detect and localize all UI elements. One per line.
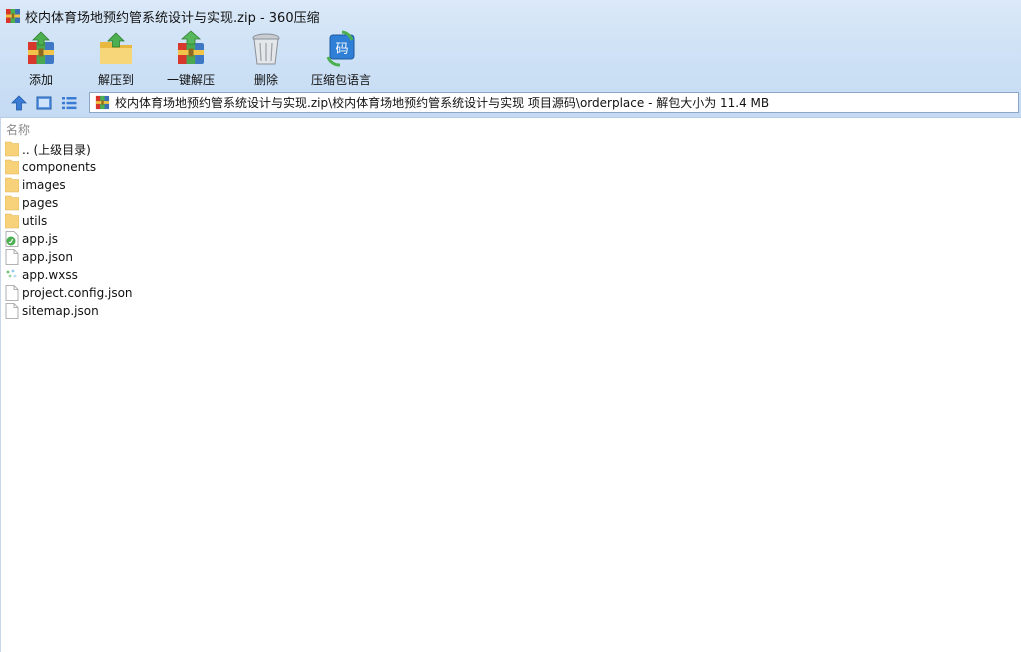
list-item-name: images [22, 178, 66, 192]
window-title: 校内体育场地预约管系统设计与实现.zip - 360压缩 [25, 10, 320, 26]
folder-icon [5, 213, 19, 229]
list-item-folder[interactable]: components [1, 158, 1020, 176]
list-view-icon [62, 97, 77, 110]
trash-can-icon [252, 33, 280, 65]
delete-button[interactable]: 删除 [248, 30, 284, 88]
archive-language-button-label: 压缩包语言 [310, 73, 371, 87]
list-item-file[interactable]: app.wxss [1, 266, 1020, 284]
add-button[interactable]: 添加 [20, 30, 62, 88]
folder-icon [5, 177, 19, 193]
folder-icon [5, 141, 19, 157]
list-item-file[interactable]: project.config.json [1, 284, 1020, 302]
window-chrome: 校内体育场地预约管系统设计与实现.zip - 360压缩 添加 解压到 一键解压… [0, 0, 1021, 118]
one-click-extract-icon [178, 30, 204, 64]
list-item-folder[interactable]: images [1, 176, 1020, 194]
list-item-name: sitemap.json [22, 304, 99, 318]
archive-language-icon: 码 [326, 30, 355, 67]
stylesheet-file-icon [6, 269, 17, 278]
list-item-folder[interactable]: utils [1, 212, 1020, 230]
folder-icon [5, 195, 19, 211]
toolbar: 添加 解压到 一键解压 删除 码 压缩包语言 [0, 30, 1021, 88]
extract-to-button[interactable]: 解压到 [95, 30, 137, 88]
archive-app-icon [6, 9, 20, 23]
extract-folder-icon [100, 32, 132, 64]
navigation-bar: 校内体育场地预约管系统设计与实现.zip\校内体育场地预约管系统设计与实现 项目… [0, 90, 1021, 116]
add-button-label: 添加 [28, 73, 53, 87]
blank-file-icon [5, 303, 19, 319]
file-list[interactable]: 名称 .. (上级目录) components images pages uti… [0, 118, 1021, 652]
arrow-up-icon [11, 95, 27, 111]
extract-to-button-label: 解压到 [97, 73, 134, 87]
zip-archive-icon [95, 95, 110, 110]
archive-path: 校内体育场地预约管系统设计与实现.zip\校内体育场地预约管系统设计与实现 项目… [115, 96, 770, 110]
list-view-button[interactable] [59, 93, 79, 113]
list-item-name: utils [22, 214, 48, 228]
list-item-file[interactable]: app.js [1, 230, 1020, 248]
list-item-name: app.wxss [22, 268, 78, 282]
list-item-name: components [22, 160, 97, 174]
folder-icon [5, 159, 19, 175]
javascript-file-icon [5, 231, 19, 247]
list-item-name: app.json [22, 250, 73, 264]
blank-file-icon [5, 285, 19, 301]
delete-button-label: 删除 [253, 73, 278, 87]
one-click-extract-button[interactable]: 一键解压 [165, 30, 217, 88]
list-item-parent-dir[interactable]: .. (上级目录) [1, 140, 1020, 158]
thumbnail-view-button[interactable] [34, 93, 54, 113]
archive-language-button[interactable]: 码 压缩包语言 [310, 30, 372, 88]
list-item-name: project.config.json [22, 286, 133, 300]
list-item-folder[interactable]: pages [1, 194, 1020, 212]
column-header-name[interactable]: 名称 [6, 121, 30, 138]
svg-text:码: 码 [335, 42, 348, 57]
blank-file-icon [5, 249, 19, 265]
list-item-name: app.js [22, 232, 58, 246]
up-level-button[interactable] [9, 93, 29, 113]
one-click-extract-button-label: 一键解压 [166, 73, 215, 87]
large-icon-view-icon [36, 96, 52, 110]
list-item-name: pages [22, 196, 59, 210]
title-bar: 校内体育场地预约管系统设计与实现.zip - 360压缩 [0, 0, 1021, 32]
list-item-file[interactable]: app.json [1, 248, 1020, 266]
add-archive-icon [28, 31, 54, 64]
address-bar[interactable]: 校内体育场地预约管系统设计与实现.zip\校内体育场地预约管系统设计与实现 项目… [89, 92, 1019, 113]
list-item-name: .. (上级目录) [22, 142, 91, 157]
file-rows: .. (上级目录) components images pages utils … [1, 140, 1020, 320]
list-item-file[interactable]: sitemap.json [1, 302, 1020, 320]
